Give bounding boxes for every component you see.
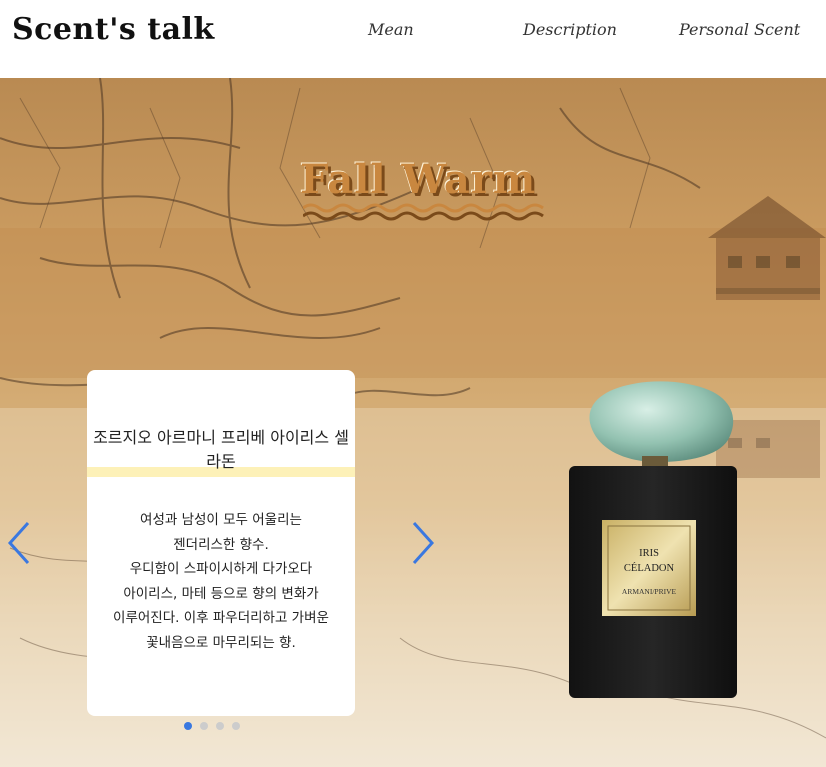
site-logo[interactable]: Scent's talk <box>12 12 215 47</box>
carousel-dot-1[interactable] <box>184 722 192 730</box>
product-description: 여성과 남성이 모두 어울리는 젠더리스한 향수. 우디함이 스파이시하게 다가… <box>87 508 355 655</box>
carousel-dot-4[interactable] <box>232 722 240 730</box>
description-line: 꽃내음으로 마무리되는 향. <box>146 634 296 651</box>
label-brand: ARMANI/PRIVE <box>622 587 677 596</box>
label-line1: IRIS <box>639 548 659 559</box>
carousel-next-button[interactable] <box>410 520 436 570</box>
nav-item-personal-scent[interactable]: Personal Scent <box>679 20 800 39</box>
description-line: 여성과 남성이 모두 어울리는 <box>140 512 302 528</box>
site-header: Scent's talk Mean Description Personal S… <box>0 0 826 78</box>
nav-item-mean[interactable]: Mean <box>368 20 414 39</box>
label-line2: CÉLADON <box>624 562 675 574</box>
product-card: 조르지오 아르마니 프리베 아이리스 셀라돈 여성과 남성이 모두 어울리는 젠… <box>87 370 355 716</box>
description-line: 우디함이 스파이시하게 다가오다 <box>129 561 313 577</box>
hero-banner: Fall Warm 조르지오 아르마니 프리베 아이리스 셀라돈 여성과 남성이… <box>0 78 826 767</box>
perfume-bottle-image: IRIS CÉLADON ARMANI/PRIVE <box>569 381 737 698</box>
description-line: 이루어진다. 이후 파우더리하고 가벼운 <box>113 610 329 626</box>
carousel-prev-button[interactable] <box>6 520 32 570</box>
chevron-left-icon <box>7 521 30 565</box>
carousel-dot-3[interactable] <box>216 722 224 730</box>
carousel-dot-2[interactable] <box>200 722 208 730</box>
description-line: 젠더리스한 향수. <box>173 536 269 553</box>
chevron-right-icon <box>412 521 435 565</box>
description-line: 아이리스, 마테 등으로 향의 변화가 <box>123 585 319 602</box>
hero-title: Fall Warm <box>300 156 537 203</box>
wave-underline-decoration <box>303 203 544 221</box>
product-name: 조르지오 아르마니 프리베 아이리스 셀라돈 <box>93 428 349 471</box>
nav-item-description[interactable]: Description <box>523 20 617 39</box>
